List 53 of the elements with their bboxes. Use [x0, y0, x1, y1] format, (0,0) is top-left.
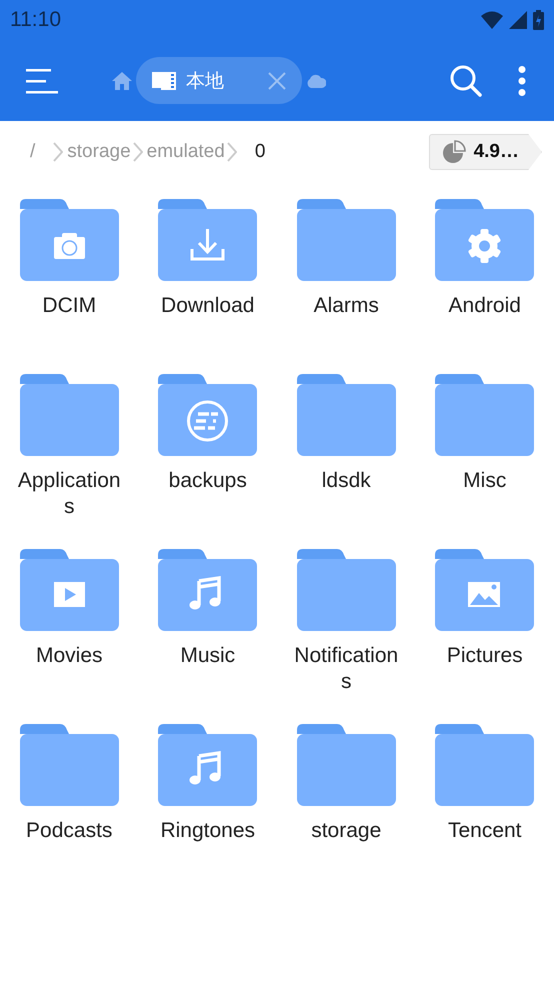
folder-name: Movies	[34, 643, 104, 669]
folder-icon[interactable]	[296, 724, 396, 806]
folder-name: Pictures	[446, 643, 524, 669]
folder-name: Podcasts	[25, 818, 114, 844]
breadcrumb-item[interactable]: emulated	[146, 141, 225, 163]
storage-button[interactable]: 4.9…	[428, 134, 542, 170]
signal-icon	[509, 11, 527, 29]
folder-icon[interactable]	[296, 199, 396, 281]
play-folder-icon[interactable]	[20, 549, 119, 631]
menu-button[interactable]	[26, 68, 58, 94]
folder-icon[interactable]	[296, 549, 396, 631]
folder-name: Android	[448, 293, 522, 319]
pie-chart-icon	[442, 140, 466, 164]
folder-icon[interactable]	[20, 374, 119, 456]
home-tab[interactable]	[112, 72, 132, 90]
logo-folder-icon[interactable]	[158, 374, 258, 456]
cloud-tab[interactable]	[306, 74, 326, 88]
folder-name: Notifications	[293, 643, 400, 695]
more-button[interactable]	[518, 66, 526, 96]
wifi-icon	[481, 11, 503, 29]
folder-name: Tencent	[446, 818, 523, 844]
folder-name: DCIM	[41, 293, 98, 319]
sd-card-icon	[152, 70, 176, 90]
breadcrumb-item[interactable]: 0	[254, 141, 266, 163]
folder-name: Download	[160, 293, 256, 319]
breadcrumb-item[interactable]: /	[30, 141, 36, 163]
close-icon[interactable]	[268, 72, 286, 90]
music-folder-icon[interactable]	[158, 549, 258, 631]
local-tab[interactable]: 本地	[136, 57, 302, 104]
folder-name: backups	[168, 468, 248, 494]
folder-icon[interactable]	[296, 374, 396, 456]
folder-icon[interactable]	[20, 724, 119, 806]
folder-name: Ringtones	[159, 818, 256, 844]
chevron-icon	[226, 142, 237, 162]
status-time: 11:10	[10, 8, 61, 32]
chevron-icon	[53, 142, 64, 162]
download-folder-icon[interactable]	[158, 199, 258, 281]
folder-icon[interactable]	[435, 724, 534, 806]
breadcrumb-item[interactable]: storage	[67, 141, 131, 163]
folder-name: Alarms	[312, 293, 380, 319]
folder-icon[interactable]	[435, 374, 534, 456]
camera-folder-icon[interactable]	[20, 199, 119, 281]
folder-name: storage	[310, 818, 382, 844]
chevron-icon	[132, 142, 143, 162]
folder-name: Music	[179, 643, 236, 669]
folder-name: Applications	[16, 468, 122, 520]
folder-name: Misc	[462, 468, 508, 494]
gear-folder-icon[interactable]	[435, 199, 534, 281]
battery-icon	[533, 10, 544, 30]
folder-name: ldsdk	[320, 468, 372, 494]
search-button[interactable]	[450, 64, 482, 96]
music-folder-icon[interactable]	[158, 724, 258, 806]
image-folder-icon[interactable]	[435, 549, 534, 631]
